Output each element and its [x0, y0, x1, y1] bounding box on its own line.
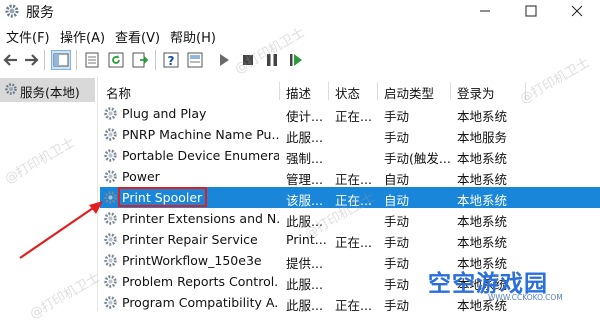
service-startup-type: 自动 — [384, 193, 410, 208]
forward-arrow-icon[interactable] — [22, 51, 40, 69]
table-row[interactable]: Plug and Play 使计... 正在... 手动 本地系统 — [100, 103, 600, 124]
minimize-button[interactable] — [462, 0, 508, 22]
refresh-icon[interactable] — [107, 51, 125, 69]
service-startup-type: 手动 — [384, 214, 410, 229]
service-gear-icon — [104, 170, 117, 183]
service-startup-type: 手动 — [384, 235, 410, 250]
title-bar: 服务 — [0, 0, 600, 22]
service-name: Portable Device Enumera... — [122, 148, 279, 163]
export-list-icon[interactable] — [131, 51, 149, 69]
stop-service-icon[interactable] — [239, 51, 257, 69]
service-description: 此服... — [286, 130, 323, 145]
service-gear-icon — [104, 128, 117, 141]
start-service-icon[interactable] — [215, 51, 233, 69]
table-row[interactable]: Printer Extensions and N... 此服... 手动 本地系统 — [100, 208, 600, 229]
service-name: Printer Extensions and N... — [122, 211, 279, 226]
maximize-button[interactable] — [508, 0, 554, 22]
window-title: 服务 — [26, 5, 54, 21]
brand-url: WWW.CCKOKO.COM — [488, 293, 563, 302]
column-header-description[interactable]: 描述 — [280, 80, 329, 102]
toolbar: ? — [0, 46, 600, 74]
service-name: Printer Repair Service — [122, 232, 258, 247]
service-name: Plug and Play — [122, 106, 207, 121]
service-status: 正在... — [335, 172, 372, 187]
service-startup-type: 自动 — [384, 172, 410, 187]
service-log-on-as: 本地系统 — [457, 151, 508, 166]
service-status: 正在... — [335, 235, 372, 250]
service-status: 正在... — [335, 193, 372, 208]
gear-icon — [5, 83, 17, 95]
service-description: 此服... — [286, 214, 323, 229]
pause-service-icon[interactable] — [263, 51, 281, 69]
table-row[interactable]: Portable Device Enumera... 强制... 手动(触发... 本… — [100, 145, 600, 166]
service-description: 使计... — [286, 109, 323, 124]
service-log-on-as: 本地服务 — [457, 130, 508, 145]
show-tree-icon[interactable] — [51, 50, 71, 70]
tree-item-services-local[interactable]: 服务(本地) — [0, 78, 95, 102]
service-log-on-as: 本地系统 — [457, 193, 508, 208]
service-log-on-as: 本地系统 — [457, 235, 508, 250]
service-gear-icon — [104, 296, 117, 309]
service-startup-type: 手动 — [384, 130, 410, 145]
service-name: Program Compatibility A... — [122, 295, 279, 310]
properties-view-icon[interactable] — [186, 51, 204, 69]
service-name: Problem Reports Control... — [122, 274, 279, 289]
menu-action[interactable]: 操作(A) — [60, 27, 105, 46]
close-icon — [571, 5, 583, 17]
maximize-icon — [525, 5, 537, 17]
service-description: 管理... — [286, 172, 323, 187]
menu-bar: 文件(F) 操作(A) 查看(V) 帮助(H) — [0, 24, 600, 46]
service-description: 此服... — [286, 277, 323, 292]
service-gear-icon — [104, 233, 117, 246]
service-gear-icon — [104, 191, 117, 204]
service-description: 提供... — [286, 256, 323, 271]
service-startup-type: 手动(触发... — [384, 151, 450, 166]
restart-service-icon[interactable] — [287, 51, 305, 69]
table-row[interactable]: Printer Repair Service Print... 正在... 手动 本地系… — [100, 229, 600, 250]
service-log-on-as: 本地系统 — [457, 172, 508, 187]
annotation-highlight-box — [118, 187, 207, 207]
properties-sheet-icon[interactable] — [83, 51, 101, 69]
service-name: PrintWorkflow_150e3e — [122, 253, 262, 268]
minimize-icon — [480, 10, 490, 12]
service-startup-type: 手动 — [384, 109, 410, 124]
service-gear-icon — [104, 275, 117, 288]
column-header-startup-type[interactable]: 启动类型 — [378, 80, 451, 102]
service-log-on-as: 本地系统 — [457, 109, 508, 124]
service-gear-icon — [104, 212, 117, 225]
service-gear-icon — [104, 149, 117, 162]
help-icon[interactable]: ? — [162, 51, 180, 69]
service-gear-icon — [104, 107, 117, 120]
service-description: 该服... — [286, 193, 323, 208]
service-name: PNRP Machine Name Pu... — [122, 127, 279, 142]
svg-text:?: ? — [168, 54, 175, 68]
tree-pane: 服务(本地) — [0, 76, 98, 311]
service-description: 此服... — [286, 298, 323, 313]
service-log-on-as: 本地系统 — [457, 214, 508, 229]
service-description: Print... — [286, 232, 327, 247]
back-arrow-icon[interactable] — [2, 51, 20, 69]
service-gear-icon — [104, 254, 117, 267]
close-button[interactable] — [554, 0, 600, 22]
service-name: Power — [122, 169, 160, 184]
service-description: 强制... — [286, 151, 323, 166]
table-row[interactable]: Power 管理... 正在... 自动 本地系统 — [100, 166, 600, 187]
service-status: 正在... — [335, 109, 372, 124]
brand-logo: 空空游戏园 WWW.CCKOKO.COM — [418, 264, 588, 304]
column-header-log-on-as[interactable]: 登录为 — [451, 80, 526, 102]
service-status: 正在... — [335, 298, 372, 313]
column-header-name[interactable]: 名称 — [100, 80, 280, 102]
tree-item-label: 服务(本地) — [20, 85, 80, 100]
menu-view[interactable]: 查看(V) — [115, 27, 160, 46]
column-header-status[interactable]: 状态 — [329, 80, 378, 102]
table-row[interactable]: PNRP Machine Name Pu... 此服... 手动 本地服务 — [100, 124, 600, 145]
menu-help[interactable]: 帮助(H) — [170, 27, 216, 46]
menu-file[interactable]: 文件(F) — [6, 27, 50, 46]
services-gear-icon — [5, 4, 19, 18]
